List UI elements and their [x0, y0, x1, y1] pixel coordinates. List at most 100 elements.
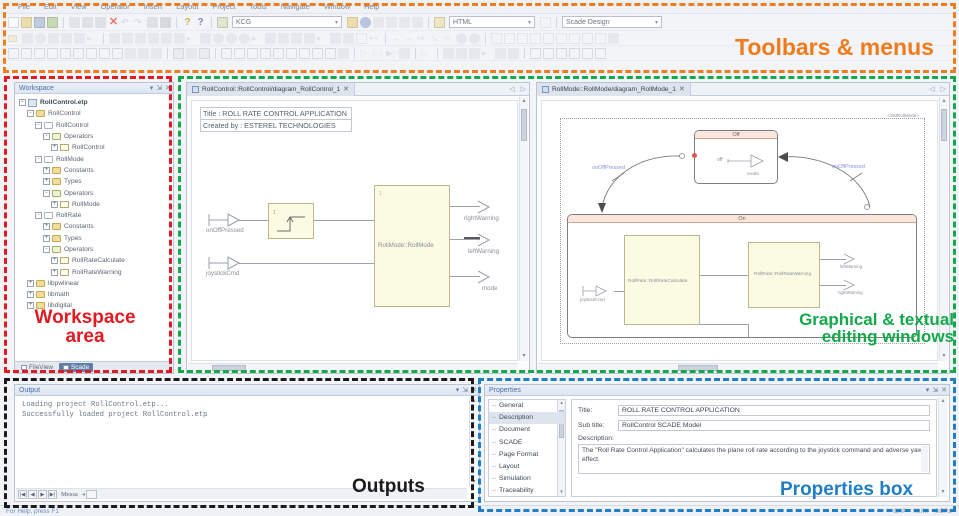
layout-g-icon[interactable]: [299, 47, 310, 59]
layout-f-icon[interactable]: [286, 47, 297, 59]
tree-node[interactable]: + RollRateWarning: [17, 266, 173, 277]
expand-icon[interactable]: +: [43, 223, 50, 231]
copy-icon[interactable]: [82, 16, 93, 28]
probe-icon[interactable]: [174, 32, 185, 44]
tab-next-icon[interactable]: ▷: [518, 85, 529, 93]
close-icon[interactable]: ✕: [343, 85, 349, 93]
expand-icon[interactable]: +: [27, 291, 34, 299]
output-tab-overflow-icon[interactable]: ◂: [82, 491, 85, 498]
align-5-icon[interactable]: [543, 32, 554, 44]
chevron-down-icon[interactable]: ▾: [456, 385, 460, 396]
properties-category-list[interactable]: ▴ ▾ GeneralDescriptionDocumentSCADEPage …: [488, 399, 566, 497]
link-5-icon[interactable]: ∿: [443, 33, 454, 44]
select-icon[interactable]: [291, 32, 302, 44]
sim-step-icon[interactable]: ▷|: [373, 48, 384, 59]
lock-b-icon[interactable]: [186, 47, 197, 59]
zoom-d-icon[interactable]: [569, 47, 580, 59]
play-flow-icon[interactable]: ▸: [317, 33, 328, 44]
new-type-icon[interactable]: [60, 47, 71, 59]
scroll-up-icon[interactable]: ▴: [520, 97, 528, 106]
report-b-icon[interactable]: [386, 16, 397, 28]
tab-prev-icon[interactable]: ◁: [506, 85, 517, 93]
menu-item-layout[interactable]: Layout: [176, 2, 198, 11]
properties-icon[interactable]: [147, 16, 158, 28]
input-icon[interactable]: [109, 32, 120, 44]
move-icon[interactable]: [151, 47, 162, 59]
zoom-e-icon[interactable]: [582, 47, 593, 59]
nav-last-button[interactable]: ▶|: [48, 489, 57, 499]
dbg-d-icon[interactable]: ▸: [482, 48, 493, 59]
zoom-f-icon[interactable]: [595, 47, 606, 59]
menu-item-project[interactable]: Project: [212, 2, 235, 11]
tree-node[interactable]: + libmath: [17, 289, 173, 300]
tree-node[interactable]: - Operators: [17, 187, 173, 198]
new-pkg-icon[interactable]: [47, 47, 58, 59]
pin-icon[interactable]: ⇲: [932, 385, 938, 396]
type-icon[interactable]: [61, 32, 72, 44]
doc-format-combo[interactable]: HTML ▾: [449, 16, 535, 28]
sim-cycle-icon[interactable]: ▶▷: [386, 48, 400, 59]
tab-fileview[interactable]: FileView: [17, 363, 57, 372]
nav-next-button[interactable]: ▶: [38, 489, 47, 499]
codegen-icon[interactable]: [217, 16, 228, 28]
properties-category-item[interactable]: Traceability: [489, 485, 565, 496]
new-op-icon[interactable]: [8, 47, 19, 59]
dbg-c-icon[interactable]: [469, 47, 480, 59]
tree-node[interactable]: - RollRate: [17, 210, 173, 221]
paste-icon[interactable]: [95, 16, 106, 28]
tree-node[interactable]: - Operators: [17, 244, 173, 255]
collapse-icon[interactable]: -: [43, 189, 50, 197]
description-scrollbar[interactable]: [921, 446, 928, 472]
tree-node[interactable]: + RollRateCalculate: [17, 255, 173, 266]
generate-icon[interactable]: [347, 16, 358, 28]
properties-category-item[interactable]: Layout: [489, 461, 565, 473]
download-icon[interactable]: [360, 16, 371, 28]
doc-gen-icon[interactable]: [434, 16, 445, 28]
package-icon[interactable]: [8, 34, 17, 42]
close-icon[interactable]: ✕: [941, 385, 947, 396]
dbg-a-icon[interactable]: [443, 47, 454, 59]
editor1-tab[interactable]: RollControl::RollControl/diagram_RollCon…: [187, 82, 356, 96]
tree-node[interactable]: + Types: [17, 233, 173, 244]
layout-e-icon[interactable]: [273, 47, 284, 59]
constant-icon[interactable]: [74, 32, 85, 44]
menu-item-help[interactable]: Help: [364, 2, 379, 11]
init-state-icon[interactable]: [226, 32, 237, 44]
new-func-icon[interactable]: [34, 47, 45, 59]
state-icon[interactable]: [213, 32, 224, 44]
marker-icon[interactable]: [304, 32, 315, 44]
properties-category-item[interactable]: Simulation: [489, 473, 565, 485]
scroll-down-icon[interactable]: ▾: [470, 478, 478, 487]
editor2-hscrollbar[interactable]: [538, 363, 938, 372]
output-icon[interactable]: [122, 32, 133, 44]
menu-item-operator[interactable]: Operator: [101, 2, 130, 11]
assert-icon[interactable]: [161, 32, 172, 44]
menu-item-window[interactable]: Window: [324, 2, 350, 11]
close-icon[interactable]: ✕: [471, 385, 477, 396]
dbg-e-icon[interactable]: [495, 47, 506, 59]
collapse-icon[interactable]: -: [43, 133, 50, 141]
title-field-input[interactable]: ROLL RATE CONTROL APPLICATION: [618, 405, 930, 416]
print-icon[interactable]: [160, 16, 171, 28]
flow-icon[interactable]: ▸: [187, 33, 198, 44]
help-icon[interactable]: ?: [182, 17, 193, 28]
scroll-up-icon[interactable]: ▴: [940, 97, 948, 106]
link-2-icon[interactable]: ↔: [404, 33, 415, 44]
scroll-down-icon[interactable]: ▾: [520, 352, 528, 361]
properties-vscrollbar[interactable]: ▴ ▾: [938, 397, 947, 497]
layout-j-icon[interactable]: [338, 47, 349, 59]
chevron-down-icon[interactable]: ▾: [528, 19, 531, 26]
delete-icon[interactable]: ✕: [108, 16, 119, 28]
layout-b-icon[interactable]: [234, 47, 245, 59]
layout-d-icon[interactable]: [260, 47, 271, 59]
chevron-down-icon[interactable]: ▾: [655, 19, 658, 26]
refresh-icon[interactable]: [412, 16, 423, 28]
expand-icon[interactable]: +: [43, 234, 50, 242]
collapse-icon[interactable]: -: [19, 99, 26, 107]
editor2-hscroll-thumb[interactable]: [678, 365, 718, 371]
chevron-down-icon[interactable]: ▾: [926, 385, 930, 396]
sim-play-icon[interactable]: ▷: [360, 48, 371, 59]
subtitle-field-input[interactable]: RollControl SCADE Model: [618, 420, 930, 431]
align-2-icon[interactable]: [504, 32, 515, 44]
tab-scade[interactable]: Scade: [59, 363, 94, 372]
